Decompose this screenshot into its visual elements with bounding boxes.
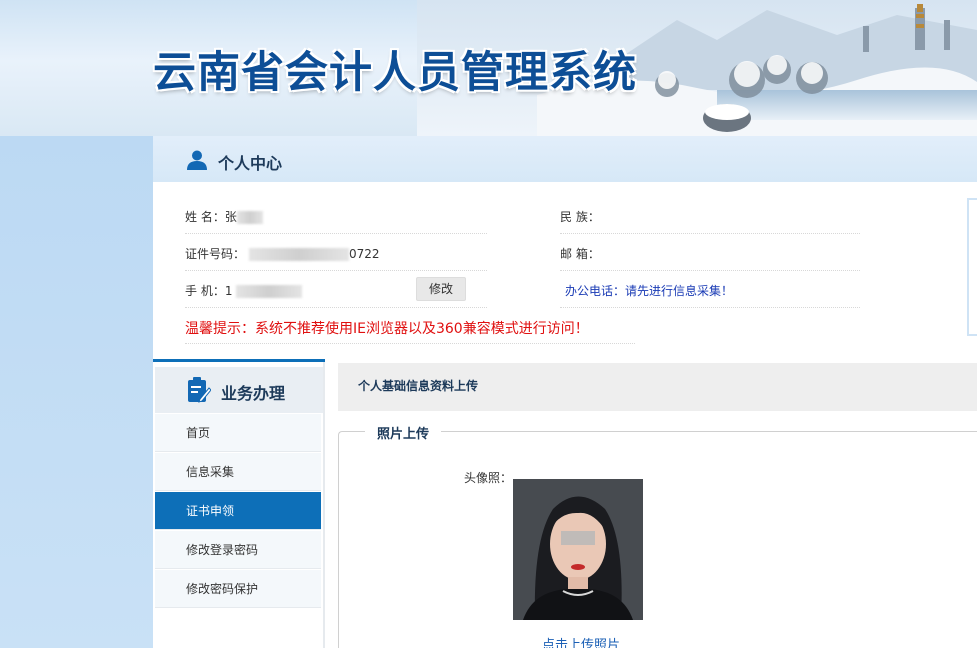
phone-value: 1 xyxy=(224,284,233,298)
photo-upload-legend: 照片上传 xyxy=(365,423,442,442)
row-divider xyxy=(560,307,860,308)
left-background-strip xyxy=(0,136,153,648)
personal-center-header: 个人中心 xyxy=(153,136,977,182)
browser-warning: 温馨提示：系统不推荐使用IE浏览器以及360兼容模式进行访问！ xyxy=(185,321,589,337)
modify-phone-button[interactable]: 修改 xyxy=(416,277,466,301)
id-label: 证件号码： xyxy=(185,247,246,261)
name-label: 姓 名： xyxy=(185,210,225,224)
photo-upload-section xyxy=(338,431,977,648)
office-phone-notice: 办公电话：请先进行信息采集！ xyxy=(565,284,734,298)
row-divider xyxy=(185,233,487,234)
phone-label: 手 机： xyxy=(185,284,225,298)
name-value: 张 xyxy=(224,210,237,224)
row-divider xyxy=(185,343,635,344)
photo-label: 头像照： xyxy=(464,471,513,485)
personal-center-title: 个人中心 xyxy=(218,154,283,173)
id-redaction xyxy=(249,248,350,261)
sidebar-item-certificate-apply[interactable]: 证书申领 xyxy=(155,492,321,530)
row-divider xyxy=(560,233,860,234)
sidebar-item-change-password[interactable]: 修改登录密码 xyxy=(155,531,321,569)
user-icon xyxy=(187,150,207,170)
mail-label: 邮 箱： xyxy=(560,247,600,261)
side-info-box xyxy=(967,198,977,336)
row-divider xyxy=(185,307,487,308)
avatar-photo xyxy=(513,479,643,620)
business-sidebar: 业务办理 首页 信息采集 证书申领 修改登录密码 修改密码保护 xyxy=(153,359,325,648)
main-panel: 个人中心 姓 名：张 证件号码： 0722 手 机：1 修改 民 族： 邮 箱： … xyxy=(153,136,977,648)
header-banner: 云南省会计人员管理系统 xyxy=(0,0,977,136)
name-row: 姓 名：张 xyxy=(185,208,263,225)
sidebar-item-password-protection[interactable]: 修改密码保护 xyxy=(155,570,321,608)
upload-photo-link[interactable]: 点击上传照片 xyxy=(542,634,620,648)
content-title: 个人基础信息资料上传 xyxy=(358,379,479,393)
clipboard-edit-icon xyxy=(188,377,211,403)
sidebar-header: 业务办理 xyxy=(155,367,323,413)
ethnicity-label: 民 族： xyxy=(560,210,600,224)
row-divider xyxy=(185,270,487,271)
id-value: 0722 xyxy=(349,247,380,261)
id-row: 证件号码： 0722 xyxy=(185,245,380,262)
content-header: 个人基础信息资料上传 xyxy=(338,363,977,411)
row-divider xyxy=(560,270,860,271)
sidebar-item-home[interactable]: 首页 xyxy=(155,414,321,452)
sidebar-title: 业务办理 xyxy=(221,384,286,403)
phone-redaction xyxy=(236,285,303,298)
phone-row: 手 机：1 xyxy=(185,282,303,299)
sidebar-divider xyxy=(323,362,325,648)
sidebar-item-info-collection[interactable]: 信息采集 xyxy=(155,453,321,491)
app-title: 云南省会计人员管理系统 xyxy=(153,48,637,98)
name-redaction xyxy=(236,211,263,224)
